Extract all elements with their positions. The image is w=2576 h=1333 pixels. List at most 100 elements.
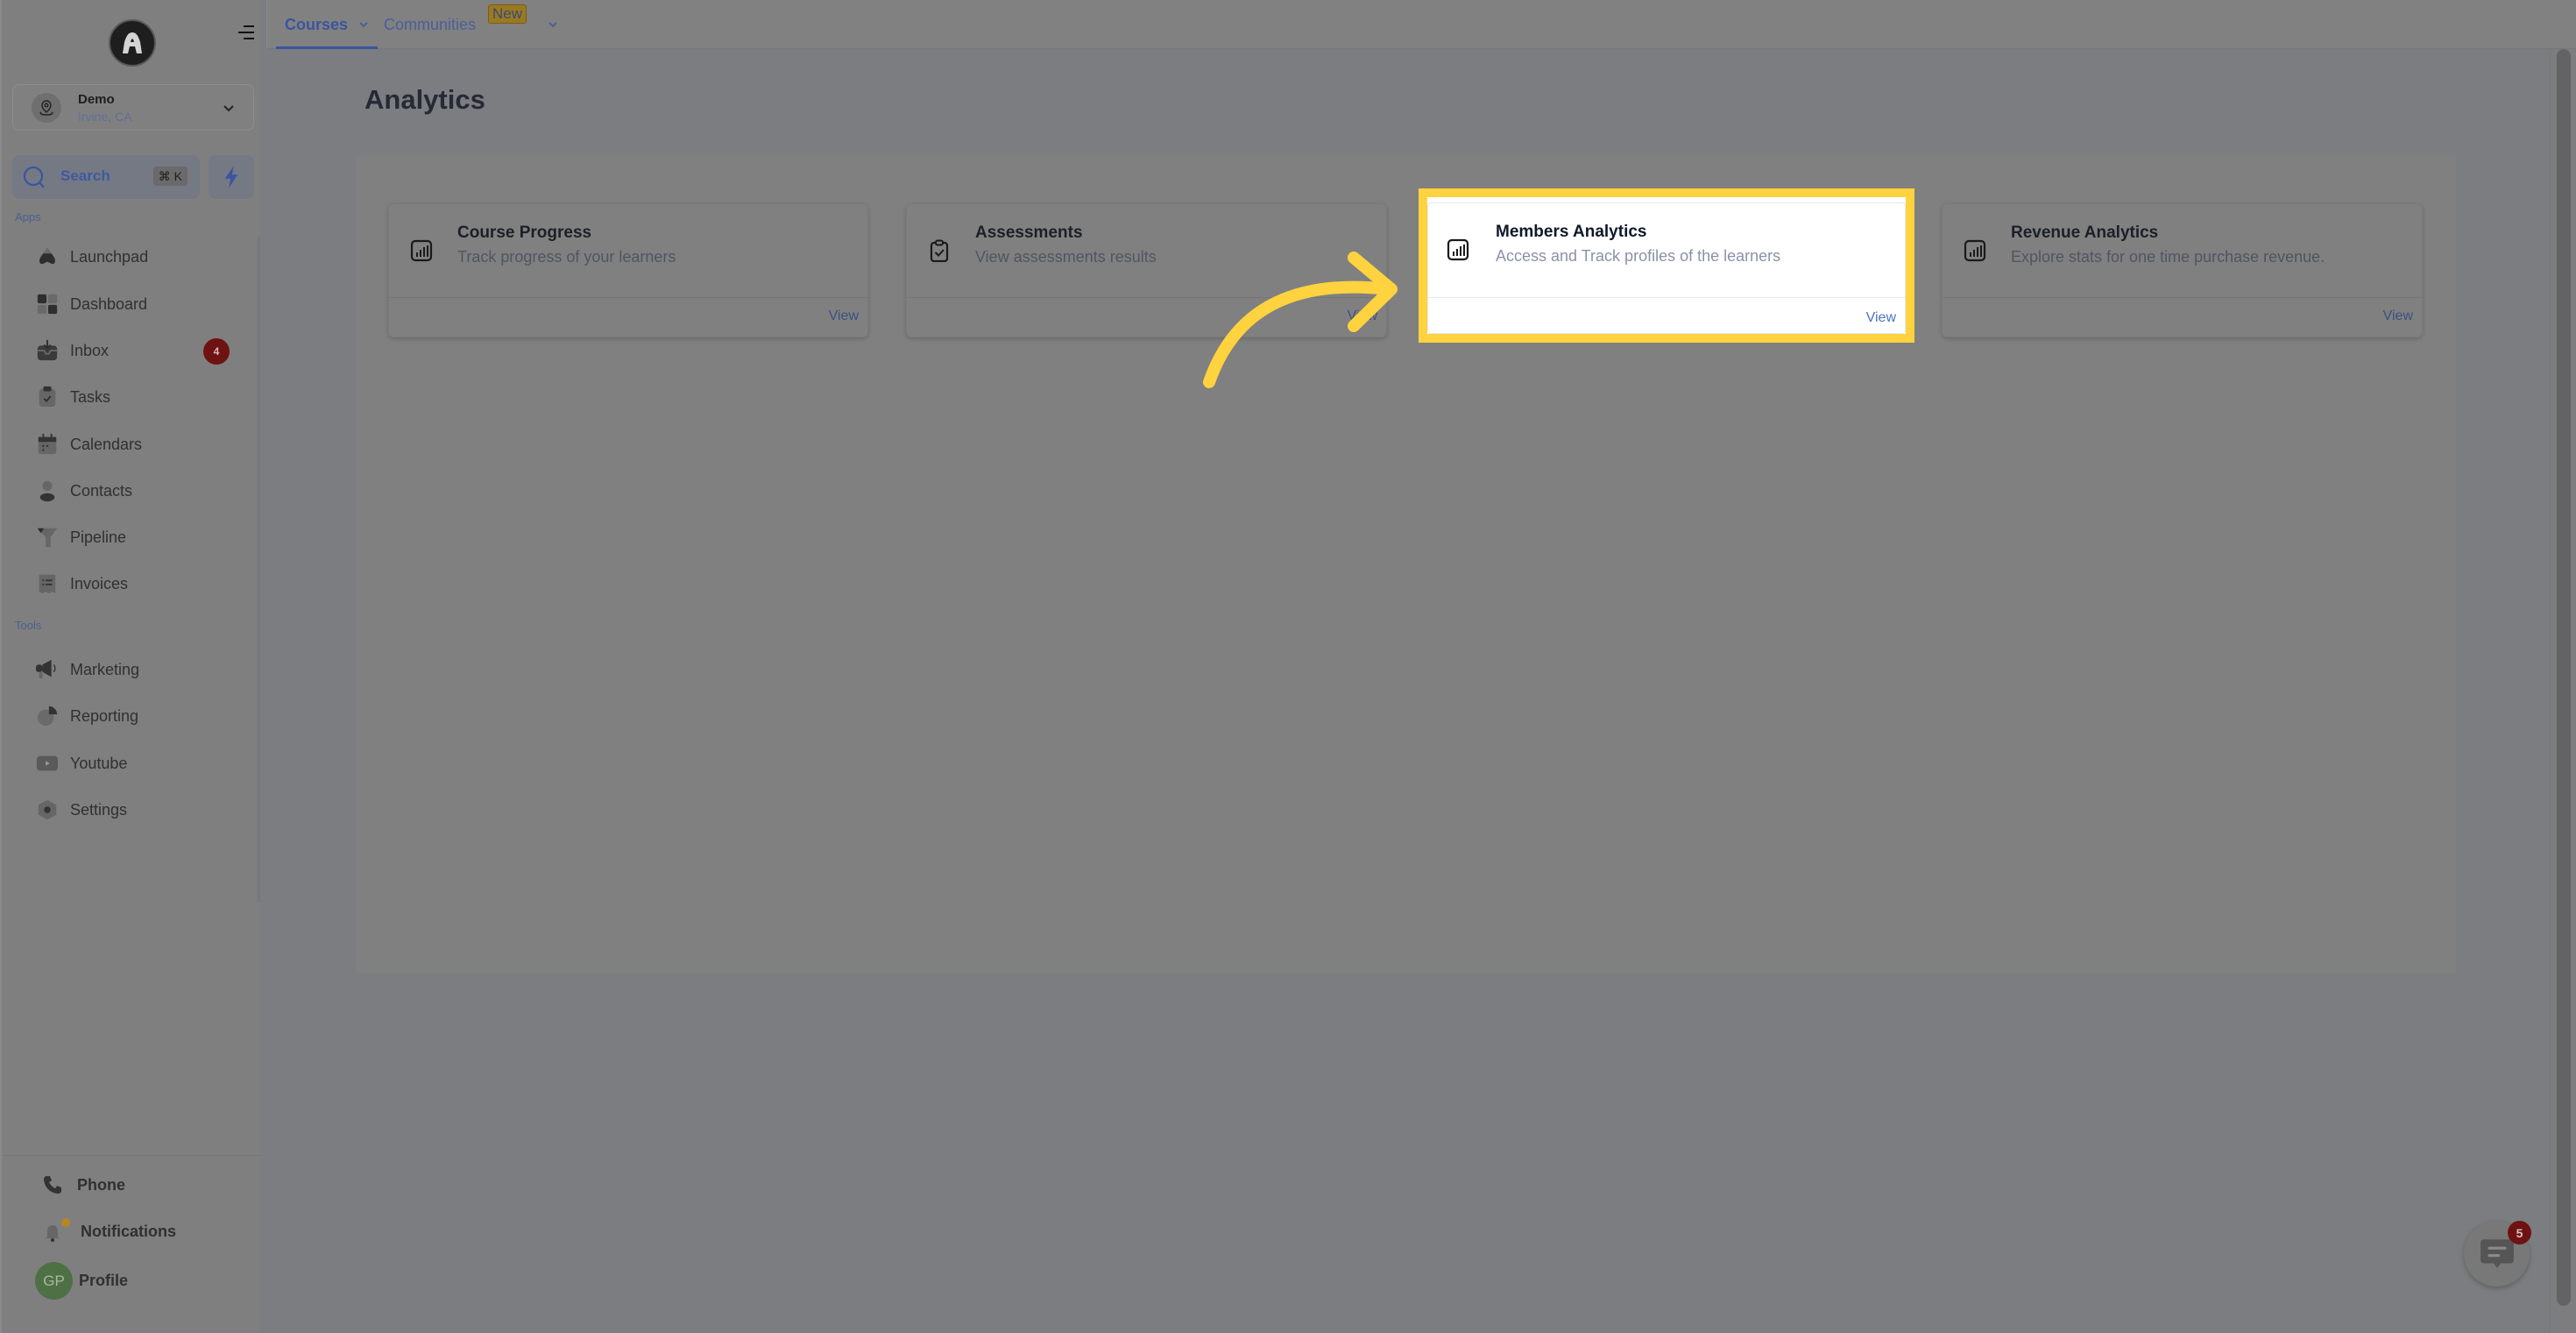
sidebar-item-marketing[interactable]: Marketing xyxy=(35,655,237,684)
sidebar-divider xyxy=(2,1155,262,1156)
profile-button[interactable]: GP Profile xyxy=(35,1262,128,1300)
card-title: Assessments xyxy=(975,223,1083,242)
card-title: Members Analytics xyxy=(1496,223,1647,241)
view-link[interactable]: View xyxy=(1866,310,1896,326)
dashboard-icon xyxy=(35,292,60,316)
view-link[interactable]: View xyxy=(829,308,859,324)
card-description: Track progress of your learners xyxy=(457,248,676,266)
search-label: Search xyxy=(60,167,110,184)
sidebar-item-youtube[interactable]: Youtube xyxy=(35,748,237,778)
sidebar-item-label: Tasks xyxy=(70,387,111,406)
location-switcher[interactable]: Demo Irvine, CA xyxy=(12,84,254,131)
search-shortcut: ⌘ K xyxy=(152,167,188,186)
pipeline-icon xyxy=(35,525,60,550)
sidebar-item-label: Settings xyxy=(70,800,128,819)
menu-icon xyxy=(238,25,254,39)
analytics-card-members-analytics[interactable]: Members Analytics Access and Track profi… xyxy=(1427,202,1906,334)
chevron-down-icon xyxy=(548,22,557,28)
chat-unread-badge: 5 xyxy=(2508,1221,2531,1244)
sidebar-item-label: Marketing xyxy=(70,660,140,678)
analytics-card-course-progress[interactable]: Course Progress Track progress of your l… xyxy=(388,203,868,337)
inbox-count-badge: 4 xyxy=(203,338,230,365)
sidebar-item-tasks[interactable]: Tasks xyxy=(35,382,237,412)
card-description: View assessments results xyxy=(975,248,1157,266)
location-name: Demo xyxy=(78,92,115,107)
sidebar-item-label: Reporting xyxy=(70,706,139,725)
sidebar-item-label: Contacts xyxy=(70,481,133,500)
more-tabs-dropdown[interactable] xyxy=(548,0,558,49)
card-title: Revenue Analytics xyxy=(2011,223,2159,242)
launchpad-icon xyxy=(35,245,60,269)
tab-communities[interactable]: Communities xyxy=(384,0,476,49)
sidebar-item-dashboard[interactable]: Dashboard xyxy=(35,289,237,319)
page-scrollbar[interactable] xyxy=(2550,49,2576,1333)
tab-label: Communities xyxy=(384,15,477,33)
chevron-down-icon xyxy=(359,22,368,28)
sidebar-item-pipeline[interactable]: Pipeline xyxy=(35,522,237,552)
tab-courses[interactable]: Courses xyxy=(276,0,379,49)
phone-icon xyxy=(44,1176,61,1194)
apps-section-label: Apps xyxy=(15,210,41,223)
bar-chart-icon xyxy=(1964,239,1986,262)
tasks-icon xyxy=(35,385,60,409)
sidebar: Demo Irvine, CA Search ⌘ K Apps Launchpa… xyxy=(0,0,262,1333)
card-description: Explore stats for one time purchase reve… xyxy=(2011,248,2325,266)
sidebar-item-label: Launchpad xyxy=(70,247,149,266)
bell-icon xyxy=(42,1218,70,1244)
clipboard-check-icon xyxy=(930,239,949,262)
sidebar-item-launchpad[interactable]: Launchpad xyxy=(35,242,237,272)
chevron-down-icon xyxy=(223,105,234,112)
notification-dot xyxy=(61,1218,70,1227)
sidebar-item-label: Youtube xyxy=(70,754,128,772)
sidebar-item-label: Dashboard xyxy=(70,294,148,313)
sidebar-item-label: Invoices xyxy=(70,574,129,592)
app-logo[interactable] xyxy=(109,19,156,67)
notifications-button[interactable]: Notifications xyxy=(42,1218,176,1244)
settings-icon xyxy=(35,798,60,822)
sidebar-scrollbar[interactable] xyxy=(258,237,260,903)
calendar-icon xyxy=(35,432,60,457)
pie-chart-icon xyxy=(35,704,60,728)
notifications-label: Notifications xyxy=(81,1222,177,1240)
card-description: Access and Track profiles of the learner… xyxy=(1496,247,1781,265)
invoices-icon xyxy=(35,571,60,596)
tools-section-label: Tools xyxy=(15,619,42,632)
logo-icon xyxy=(123,32,142,53)
location-subtitle: Irvine, CA xyxy=(78,110,132,124)
megaphone-icon xyxy=(35,657,60,682)
card-title: Course Progress xyxy=(457,223,592,242)
new-badge: New xyxy=(488,4,527,24)
youtube-icon xyxy=(35,751,60,776)
sidebar-item-invoices[interactable]: Invoices xyxy=(35,569,237,599)
quick-actions-button[interactable] xyxy=(209,155,254,199)
sidebar-item-label: Pipeline xyxy=(70,528,127,546)
bar-chart-icon xyxy=(410,239,433,262)
search-button[interactable]: Search ⌘ K xyxy=(12,155,200,199)
phone-button[interactable]: Phone xyxy=(42,1174,125,1195)
sidebar-item-contacts[interactable]: Contacts xyxy=(35,476,237,506)
menu-toggle-button[interactable] xyxy=(237,23,256,42)
view-link[interactable]: View xyxy=(1348,308,1377,324)
profile-label: Profile xyxy=(79,1272,129,1289)
bar-chart-icon xyxy=(1447,238,1469,261)
page-title: Analytics xyxy=(364,84,485,115)
inbox-icon xyxy=(35,338,60,363)
sidebar-item-label: Calendars xyxy=(70,435,143,453)
phone-label: Phone xyxy=(77,1175,126,1194)
sidebar-item-label: Inbox xyxy=(70,341,110,359)
analytics-card-revenue-analytics[interactable]: Revenue Analytics Explore stats for one … xyxy=(1942,203,2423,337)
analytics-card-assessments[interactable]: Assessments View assessments results Vie… xyxy=(906,203,1387,337)
location-pin-icon xyxy=(32,93,61,123)
view-link[interactable]: View xyxy=(2383,308,2413,324)
chat-icon xyxy=(2480,1238,2514,1268)
lightning-icon xyxy=(224,166,238,188)
sidebar-item-calendars[interactable]: Calendars xyxy=(35,429,237,459)
page-scrollbar-thumb[interactable] xyxy=(2557,49,2571,1306)
sidebar-item-settings[interactable]: Settings xyxy=(35,795,237,825)
search-icon xyxy=(23,166,45,188)
contacts-icon xyxy=(35,479,60,503)
top-nav-bar: Courses Communities New xyxy=(266,0,2576,49)
avatar: GP xyxy=(35,1262,73,1300)
tab-label: Courses xyxy=(285,15,349,33)
sidebar-item-reporting[interactable]: Reporting xyxy=(35,701,237,731)
